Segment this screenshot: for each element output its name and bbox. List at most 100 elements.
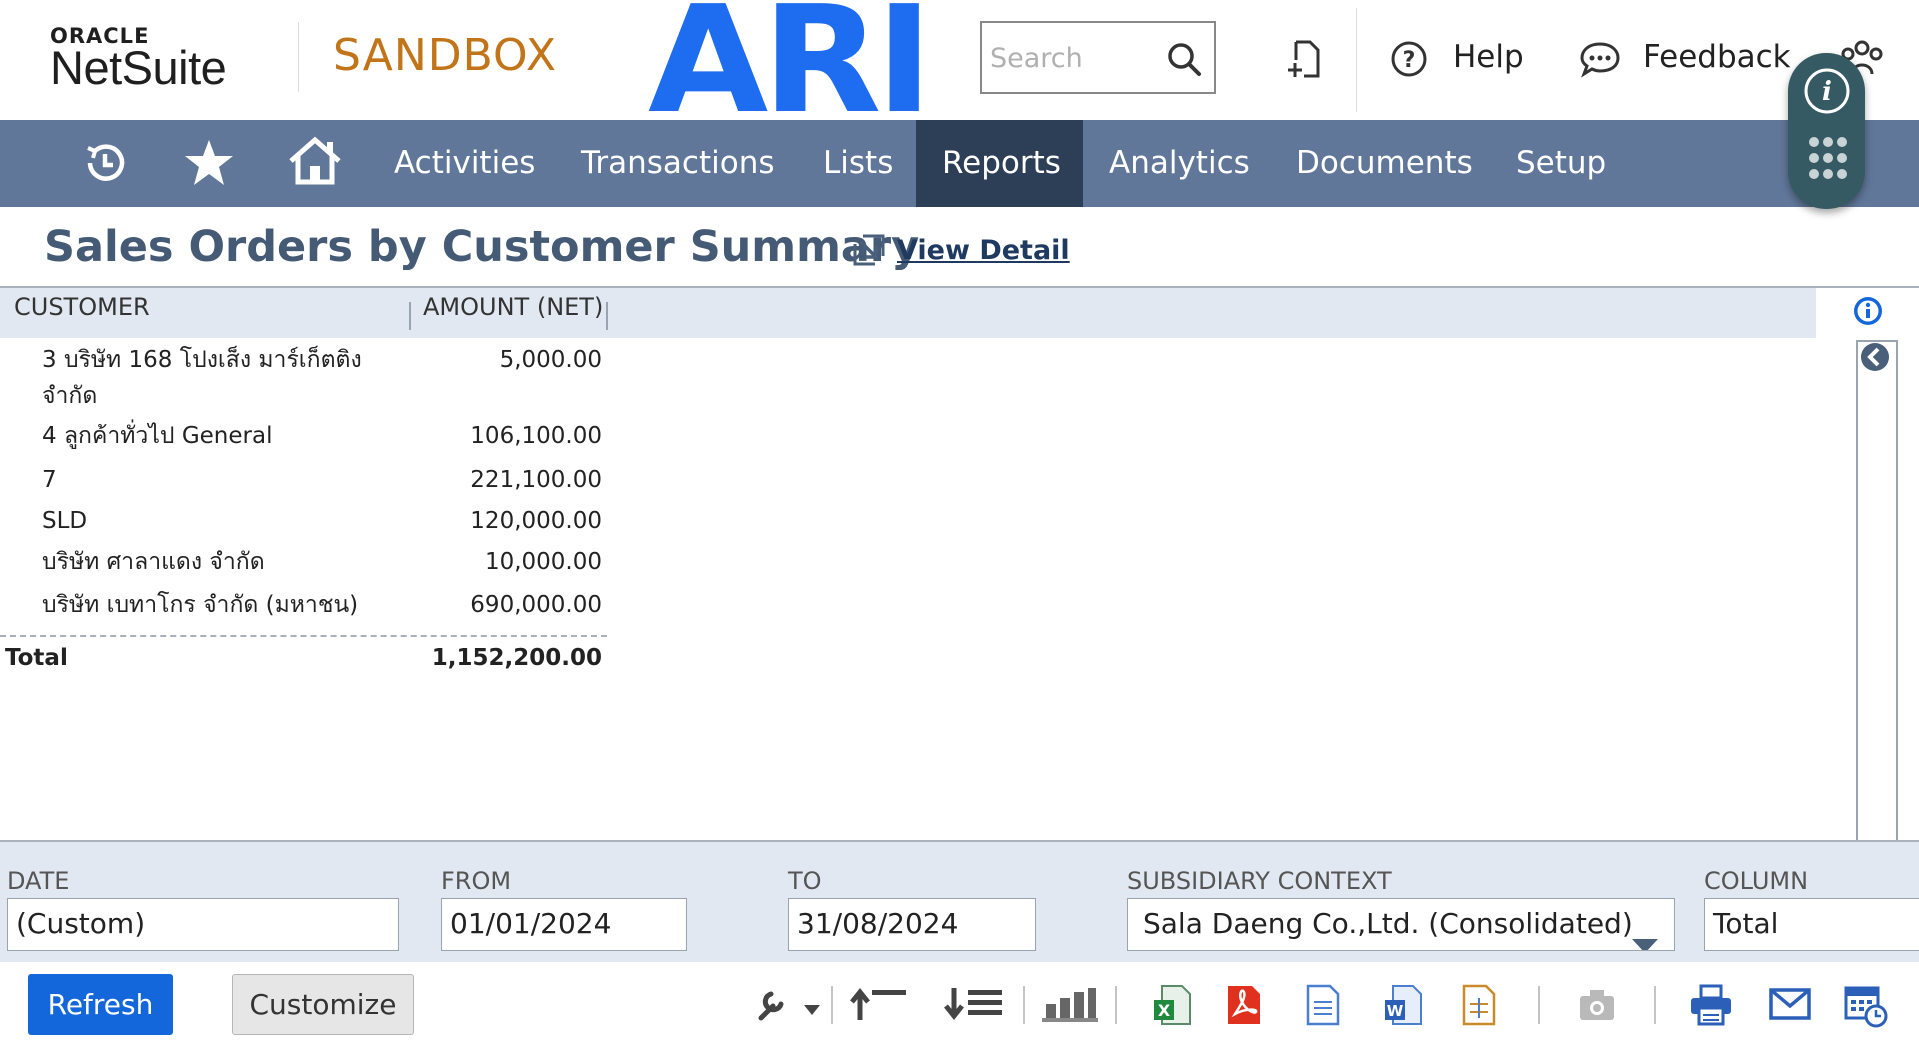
to-date-field[interactable]: 31/08/2024	[788, 898, 1036, 951]
add-record-icon[interactable]	[1284, 38, 1324, 84]
customize-button[interactable]: Customize	[232, 974, 414, 1035]
expand-all-icon[interactable]	[942, 984, 1004, 1028]
column-resize-handle[interactable]	[409, 302, 411, 330]
total-divider	[0, 635, 607, 637]
date-label: DATE	[7, 867, 70, 895]
header-divider	[298, 22, 299, 92]
header-bar: ORACLE NetSuite SANDBOX ARI ? Help Feedb…	[0, 0, 1919, 120]
customer-cell[interactable]: บริษัท ศาลาแดง จำกัด	[42, 544, 372, 580]
amount-cell[interactable]: 5,000.00	[402, 342, 602, 378]
export-word-icon[interactable]: W	[1383, 984, 1425, 1030]
total-label: Total	[5, 645, 68, 671]
column-header-amount[interactable]: AMOUNT (NET)	[423, 288, 603, 338]
collapse-panel-icon[interactable]	[1858, 341, 1892, 377]
table-row[interactable]: 3 บริษัท 168 โปงเส็ง มาร์เก็ตติง จำกัด 5…	[0, 338, 610, 418]
report-filters: DATE (Custom) FROM 01/01/2024 TO 31/08/2…	[0, 840, 1919, 962]
table-row[interactable]: บริษัท เบทาโกร จำกัด (มหาชน) 690,000.00	[0, 587, 610, 631]
toolbar-divider	[1023, 986, 1025, 1024]
info-icon[interactable]: i	[1803, 67, 1851, 119]
column-field[interactable]: Total	[1704, 898, 1919, 951]
view-detail-link[interactable]: View Detail	[897, 235, 1070, 266]
report-table-header: CUSTOMER AMOUNT (NET)	[0, 288, 1816, 338]
customer-cell[interactable]: บริษัท เบทาโกร จำกัด (มหาชน)	[42, 587, 372, 623]
nav-lists[interactable]: Lists	[797, 120, 919, 207]
subsidiary-context-select[interactable]: Sala Daeng Co.,Ltd. (Consolidated)	[1127, 898, 1675, 951]
nav-activities[interactable]: Activities	[368, 120, 561, 207]
column-label: COLUMN	[1704, 867, 1809, 895]
amount-cell[interactable]: 106,100.00	[402, 418, 602, 454]
table-row[interactable]: 7 221,100.00	[0, 462, 610, 503]
header-divider	[1356, 8, 1357, 112]
chart-icon[interactable]	[1040, 984, 1100, 1028]
recent-records-icon[interactable]	[80, 138, 130, 192]
subsidiary-context-label: SUBSIDIARY CONTEXT	[1127, 867, 1392, 895]
toolbar-divider	[1538, 986, 1540, 1024]
export-excel-icon[interactable]: X	[1152, 984, 1194, 1030]
logo-netsuite-text: NetSuite	[50, 41, 227, 94]
snapshot-camera-icon[interactable]	[1578, 984, 1616, 1028]
amount-cell[interactable]: 120,000.00	[402, 503, 602, 539]
report-info-icon[interactable]	[1852, 295, 1884, 331]
wrench-icon[interactable]	[757, 988, 787, 1026]
help-icon[interactable]: ?	[1390, 40, 1428, 82]
page-title: Sales Orders by Customer Summary	[44, 222, 920, 272]
help-link[interactable]: Help	[1453, 39, 1524, 75]
report-toolbar: Refresh Customize X W	[0, 962, 1919, 1051]
customer-cell[interactable]: 4 ลูกค้าทั่วไป General	[42, 418, 372, 454]
email-icon[interactable]	[1769, 988, 1811, 1024]
date-field[interactable]: (Custom)	[7, 898, 399, 951]
customer-cell[interactable]: 7	[42, 462, 372, 498]
dropdown-arrow-icon[interactable]	[1632, 919, 1658, 950]
toolbar-divider	[1654, 986, 1656, 1024]
global-search[interactable]	[980, 21, 1216, 94]
table-row[interactable]: SLD 120,000.00	[0, 503, 610, 544]
nav-reports[interactable]: Reports	[916, 120, 1083, 207]
column-header-customer[interactable]: CUSTOMER	[14, 288, 150, 338]
amount-cell[interactable]: 690,000.00	[402, 587, 602, 623]
brand-logo: ARI	[648, 0, 927, 120]
total-amount: 1,152,200.00	[431, 645, 602, 671]
favorites-star-icon[interactable]	[183, 138, 235, 192]
nav-documents[interactable]: Documents	[1270, 120, 1499, 207]
column-resize-handle[interactable]	[606, 302, 608, 330]
keypad-icon[interactable]	[1807, 135, 1849, 185]
schedule-report-icon[interactable]	[1844, 984, 1888, 1032]
netsuite-logo[interactable]: ORACLE NetSuite	[50, 24, 227, 94]
to-label: TO	[788, 867, 822, 895]
table-row[interactable]: บริษัท ศาลาแดง จำกัด 10,000.00	[0, 544, 610, 587]
side-panel	[1856, 340, 1898, 840]
chevron-down-icon[interactable]	[804, 1000, 820, 1019]
feedback-icon[interactable]	[1579, 40, 1621, 82]
svg-text:W: W	[1387, 1002, 1404, 1020]
total-row: Total 1,152,200.00	[0, 640, 610, 676]
search-icon[interactable]	[1166, 41, 1202, 81]
subsidiary-context-value: Sala Daeng Co.,Ltd. (Consolidated)	[1143, 907, 1633, 940]
from-label: FROM	[441, 867, 512, 895]
print-icon[interactable]	[1689, 984, 1733, 1030]
customer-cell[interactable]: SLD	[42, 503, 372, 539]
environment-label: SANDBOX	[333, 30, 558, 81]
svg-text:?: ?	[1403, 48, 1416, 73]
main-navigation: Activities Transactions Lists Reports An…	[0, 120, 1919, 207]
customer-cell[interactable]: 3 บริษัท 168 โปงเส็ง มาร์เก็ตติง จำกัด	[42, 342, 372, 414]
toolbar-divider	[831, 986, 833, 1024]
refresh-button[interactable]: Refresh	[28, 974, 173, 1035]
nav-transactions[interactable]: Transactions	[555, 120, 801, 207]
nav-setup[interactable]: Setup	[1490, 120, 1632, 207]
search-input[interactable]	[990, 39, 1160, 77]
nav-analytics[interactable]: Analytics	[1083, 120, 1276, 207]
export-csv-icon[interactable]	[1306, 984, 1340, 1030]
amount-cell[interactable]: 221,100.00	[402, 462, 602, 498]
view-detail-icon[interactable]	[851, 232, 887, 272]
export-pdf-icon[interactable]	[1226, 984, 1262, 1030]
floating-assistant-widget[interactable]: i	[1788, 53, 1865, 209]
collapse-all-icon[interactable]	[848, 984, 908, 1028]
feedback-link[interactable]: Feedback	[1643, 39, 1791, 75]
svg-text:X: X	[1158, 1001, 1171, 1020]
from-date-field[interactable]: 01/01/2024	[441, 898, 687, 951]
amount-cell[interactable]: 10,000.00	[402, 544, 602, 580]
home-icon[interactable]	[287, 136, 343, 190]
toolbar-divider	[1115, 986, 1117, 1024]
table-row[interactable]: 4 ลูกค้าทั่วไป General 106,100.00	[0, 418, 610, 462]
export-spreadsheet-icon[interactable]	[1462, 984, 1498, 1030]
